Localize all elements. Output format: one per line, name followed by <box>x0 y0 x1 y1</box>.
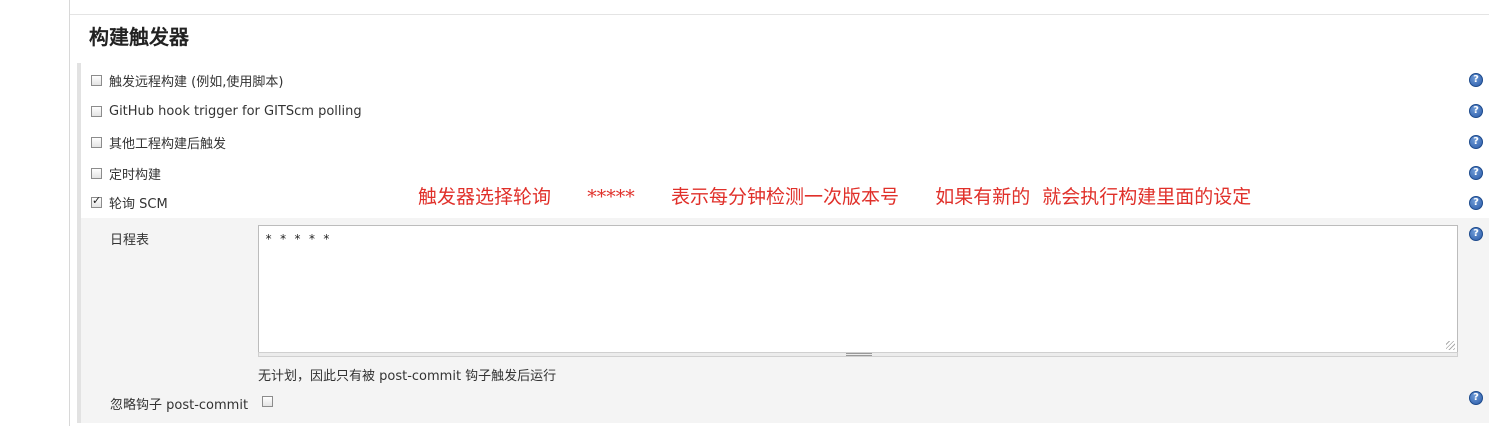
help-icon[interactable]: ? <box>1469 73 1483 87</box>
trigger-poll-scm[interactable]: 轮询 SCM <box>91 192 168 212</box>
schedule-label: 日程表 <box>110 233 150 248</box>
trigger-after-other-projects[interactable]: 其他工程构建后触发 <box>91 132 226 152</box>
help-icon[interactable]: ? <box>1469 135 1483 149</box>
trigger-remote-build-label: 触发远程构建 (例如,使用脚本) <box>109 74 284 90</box>
trigger-after-other-projects-label: 其他工程构建后触发 <box>109 136 227 152</box>
trigger-github-hook[interactable]: GitHub hook trigger for GITScm polling <box>91 101 362 121</box>
left-border <box>69 0 70 426</box>
help-icon[interactable]: ? <box>1469 104 1483 118</box>
trigger-after-other-projects-checkbox[interactable] <box>91 136 102 148</box>
trigger-remote-build[interactable]: 触发远程构建 (例如,使用脚本) <box>91 70 283 90</box>
trigger-periodic-build-label: 定时构建 <box>109 167 162 183</box>
trigger-poll-scm-label: 轮询 SCM <box>109 196 168 212</box>
textarea-resize-handle[interactable] <box>1446 341 1455 350</box>
section-divider <box>70 14 1489 15</box>
section-title: 构建触发器 <box>89 25 189 49</box>
trigger-github-hook-checkbox[interactable] <box>91 105 102 117</box>
help-icon[interactable]: ? <box>1469 166 1483 180</box>
ignore-post-commit-checkbox[interactable] <box>262 396 273 407</box>
trigger-periodic-build-checkbox[interactable] <box>91 167 102 179</box>
schedule-hint: 无计划，因此只有被 post-commit 钩子触发后运行 <box>258 369 557 384</box>
annotation-text: 触发器选择轮询 ***** 表示每分钟检测一次版本号 如果有新的 就会执行构建里… <box>418 186 1252 208</box>
schedule-input[interactable] <box>258 225 1458 353</box>
ignore-post-commit-label: 忽略钩子 post-commit <box>110 398 249 413</box>
trigger-poll-scm-checkbox[interactable] <box>91 194 102 208</box>
trigger-periodic-build[interactable]: 定时构建 <box>91 163 161 183</box>
grip-icon <box>846 353 872 356</box>
textarea-expand-handle[interactable] <box>258 352 1458 357</box>
trigger-remote-build-checkbox[interactable] <box>91 74 102 86</box>
trigger-github-hook-label: GitHub hook trigger for GITScm polling <box>109 103 362 119</box>
help-icon[interactable]: ? <box>1469 227 1483 241</box>
help-icon[interactable]: ? <box>1469 196 1483 210</box>
help-icon[interactable]: ? <box>1469 391 1483 405</box>
